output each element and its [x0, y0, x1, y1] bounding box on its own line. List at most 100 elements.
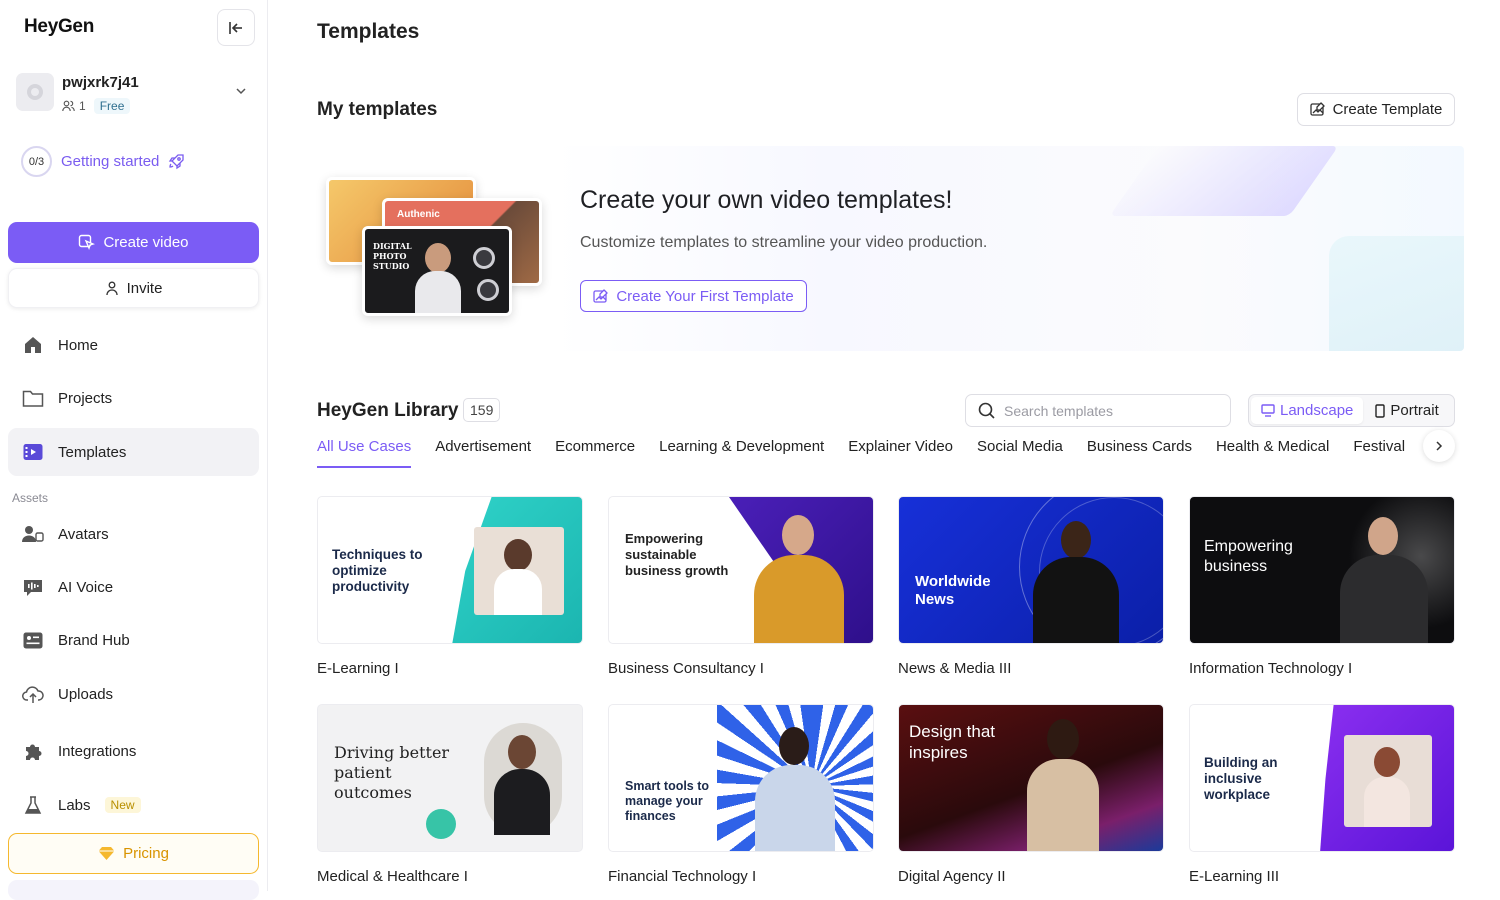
nav-templates-label: Templates	[58, 443, 127, 461]
portrait-option[interactable]: Portrait	[1365, 397, 1448, 424]
orientation-toggle: Landscape Portrait	[1248, 394, 1455, 427]
search-templates[interactable]	[965, 394, 1231, 427]
nav-templates[interactable]: Templates	[8, 428, 259, 476]
sidebar: HeyGen pwjxrk7j41 1 Free 0/3 Getting sta…	[0, 0, 268, 900]
upload-icon	[22, 683, 44, 705]
nav-ai-voice[interactable]: AI Voice	[8, 563, 259, 611]
thumbnail-text: Design that inspires	[909, 722, 995, 762]
card-c-label: DIGITAL PHOTO STUDIO	[373, 241, 412, 271]
puzzle-icon	[22, 740, 44, 762]
rocket-icon	[169, 154, 185, 170]
template-card[interactable]: Empowering business Information Technolo…	[1189, 496, 1455, 677]
landscape-option[interactable]: Landscape	[1251, 397, 1364, 424]
getting-started[interactable]: 0/3 Getting started	[21, 146, 185, 177]
template-name: Digital Agency II	[898, 868, 1006, 885]
tabs-scroll-next-button[interactable]	[1423, 430, 1455, 462]
create-video-button[interactable]: Create video	[8, 222, 259, 263]
edit-image-icon	[593, 288, 609, 303]
assets-section-label: Assets	[12, 491, 49, 505]
collapse-icon	[229, 21, 242, 34]
folder-icon	[22, 387, 44, 409]
template-card[interactable]: Design that inspires Digital Agency II	[898, 704, 1164, 885]
tab-business-cards[interactable]: Business Cards	[1087, 436, 1192, 468]
voice-icon	[22, 576, 44, 598]
create-first-template-label: Create Your First Template	[616, 287, 794, 305]
nav-integrations[interactable]: Integrations	[8, 727, 259, 775]
account-avatar	[16, 73, 54, 111]
plan-badge: Free	[93, 98, 131, 114]
chevron-right-icon	[1436, 441, 1443, 451]
template-thumbnail: Techniques to optimize productivity	[317, 496, 583, 644]
nav-brand-hub[interactable]: Brand Hub	[8, 616, 259, 664]
tab-ecommerce[interactable]: Ecommerce	[555, 436, 635, 468]
banner-title: Create your own video templates!	[580, 186, 953, 214]
tab-advertisement[interactable]: Advertisement	[435, 436, 531, 468]
create-first-template-button[interactable]: Create Your First Template	[580, 280, 807, 312]
labs-new-badge: New	[104, 797, 141, 813]
tab-explainer-video[interactable]: Explainer Video	[848, 436, 953, 468]
create-video-label: Create video	[103, 234, 189, 251]
collapse-sidebar-button[interactable]	[217, 9, 255, 46]
pricing-button[interactable]: Pricing	[8, 833, 259, 874]
tab-health-medical[interactable]: Health & Medical	[1216, 436, 1329, 468]
avatar-icon	[22, 523, 44, 545]
phone-icon	[1375, 403, 1386, 418]
nav-labs[interactable]: Labs New	[8, 781, 259, 829]
member-count: 1	[79, 99, 86, 113]
brand-icon	[22, 629, 44, 651]
template-name: Financial Technology I	[608, 868, 757, 885]
nav-ai-voice-label: AI Voice	[58, 578, 114, 596]
landscape-label: Landscape	[1280, 402, 1354, 419]
template-card[interactable]: Building an inclusive workplace E-Learni…	[1189, 704, 1455, 885]
account-switcher[interactable]: pwjxrk7j41 1 Free	[16, 72, 252, 114]
template-card[interactable]: Smart tools to manage your finances Fina…	[608, 704, 874, 885]
heygen-logo[interactable]: HeyGen	[24, 16, 94, 38]
thumbnail-text: Empowering sustainable business growth	[625, 531, 729, 578]
create-template-button[interactable]: Create Template	[1297, 93, 1455, 126]
template-thumbnail: Design that inspires	[898, 704, 1164, 852]
nav-avatars[interactable]: Avatars	[8, 510, 259, 558]
templates-icon	[22, 441, 44, 463]
nav-uploads-label: Uploads	[58, 685, 114, 703]
thumbnail-text: Empowering business	[1204, 538, 1293, 575]
template-thumbnail: Driving better patient outcomes	[317, 704, 583, 852]
template-thumbnail: Building an inclusive workplace	[1189, 704, 1455, 852]
thumbnail-text: Techniques to optimize productivity	[332, 547, 423, 594]
search-input[interactable]	[1004, 402, 1204, 419]
home-icon	[22, 334, 44, 356]
tab-festival[interactable]: Festival	[1353, 436, 1405, 468]
library-title: HeyGen Library	[317, 400, 459, 421]
tab-all-use-cases[interactable]: All Use Cases	[317, 436, 412, 468]
thumbnail-text: Smart tools to manage your finances	[625, 779, 710, 823]
category-tabs: All Use Cases Advertisement Ecommerce Le…	[317, 436, 1405, 468]
account-name: pwjxrk7j41	[62, 74, 139, 91]
banner-decoration	[1109, 146, 1339, 216]
nav-uploads[interactable]: Uploads	[8, 670, 259, 718]
template-thumbnail: Empowering sustainable business growth	[608, 496, 874, 644]
nav-home[interactable]: Home	[8, 321, 259, 369]
template-card[interactable]: Empowering sustainable business growth B…	[608, 496, 874, 677]
template-name: Business Consultancy I	[608, 660, 764, 677]
cursor-play-icon	[79, 234, 96, 250]
template-card[interactable]: Techniques to optimize productivity E-Le…	[317, 496, 583, 677]
tab-social-media[interactable]: Social Media	[977, 436, 1063, 468]
nav-integrations-label: Integrations	[58, 742, 137, 760]
person-icon	[105, 281, 118, 295]
main-content: Templates My templates Create Template A…	[268, 0, 1500, 891]
card-b-label: Authenic	[397, 209, 440, 220]
nav-projects[interactable]: Projects	[8, 374, 259, 422]
template-cards-illustration: Authenic DIGITAL PHOTO STUDIO	[322, 172, 542, 332]
portrait-label: Portrait	[1390, 402, 1439, 419]
account-meta: 1 Free	[62, 98, 131, 114]
avatar-placeholder-icon	[27, 84, 43, 100]
template-card[interactable]: Worldwide News News & Media III	[898, 496, 1164, 677]
invite-button[interactable]: Invite	[8, 268, 259, 308]
my-templates-title: My templates	[317, 99, 438, 120]
thumbnail-text: Building an inclusive workplace	[1204, 755, 1278, 802]
page-title: Templates	[317, 20, 420, 43]
getting-started-label: Getting started	[61, 153, 160, 170]
template-card[interactable]: Driving better patient outcomes Medical …	[317, 704, 583, 885]
thumbnail-text: Worldwide News	[915, 573, 991, 608]
template-name: E-Learning III	[1189, 868, 1280, 885]
tab-learning-development[interactable]: Learning & Development	[659, 436, 824, 468]
